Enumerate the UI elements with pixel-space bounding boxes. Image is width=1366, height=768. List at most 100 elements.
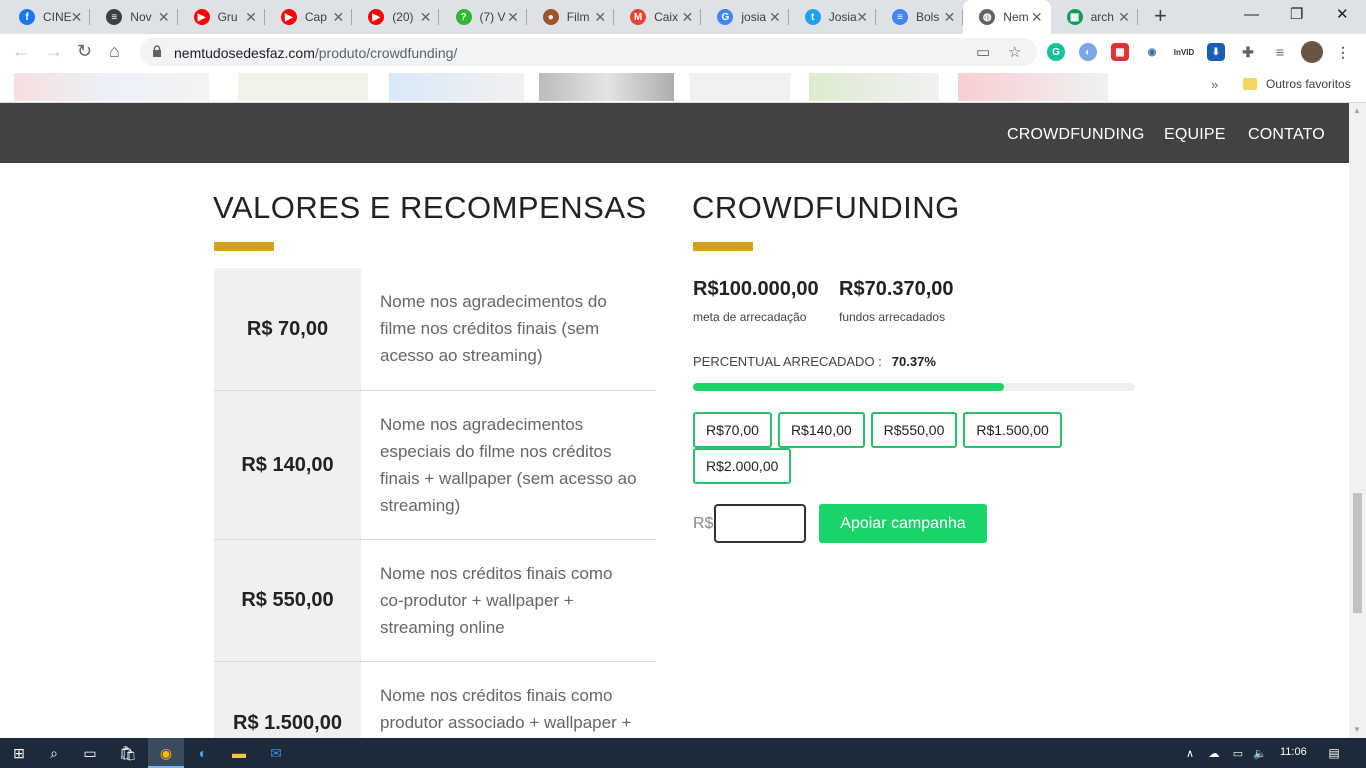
minimize-button[interactable]: — xyxy=(1244,4,1259,26)
browser-tab[interactable]: ≡ Nov ✕ xyxy=(90,0,178,34)
amount-option-button[interactable]: R$140,00 xyxy=(777,412,865,448)
browser-tab[interactable]: Gjosia ✕ xyxy=(701,0,789,34)
windows-taskbar: ⊞ ⌕ ▭ 🛍 ◉ ◐ ▬ ✉ ∧ ☁ ▭ 🔈 11:06 ▤ xyxy=(0,738,1366,768)
close-window-button[interactable]: ✕ xyxy=(1336,4,1349,26)
file-explorer-icon[interactable]: ▬ xyxy=(229,743,249,763)
browser-tab[interactable]: ▶ Gru ✕ xyxy=(178,0,265,34)
other-favorites-label: Outros favoritos xyxy=(1266,77,1351,91)
extensions-puzzle-icon[interactable]: ✚ xyxy=(1239,43,1257,61)
bookmark-item-blurred[interactable] xyxy=(539,73,674,101)
back-arrow-icon[interactable]: ← xyxy=(12,41,30,61)
bookmark-item-blurred[interactable] xyxy=(958,73,1108,101)
task-view-icon[interactable]: ▭ xyxy=(80,743,100,763)
reward-row[interactable]: R$ 1.500,00 Nome nos créditos finais com… xyxy=(214,662,656,738)
browser-tab[interactable]: ▶ (20) ✕ xyxy=(352,0,440,34)
address-bar[interactable]: nemtudosedesfaz.com/produto/crowdfunding… xyxy=(140,38,1037,66)
browser-tab[interactable]: ≡ Bols ✕ xyxy=(876,0,964,34)
nav-link-crowdfunding[interactable]: CROWDFUNDING xyxy=(1007,126,1145,144)
home-icon[interactable]: ⌂ xyxy=(109,41,120,61)
percent-value: 70.37% xyxy=(891,354,936,369)
rewards-table: R$ 70,00 Nome nos agradecimentos do film… xyxy=(214,268,656,738)
tab-close-icon[interactable]: ✕ xyxy=(1031,9,1043,25)
extension-eye-icon[interactable]: ◉ xyxy=(1143,43,1161,61)
tab-close-icon[interactable]: ✕ xyxy=(856,9,868,25)
onedrive-icon[interactable]: ☁ xyxy=(1204,743,1224,763)
tab-close-icon[interactable]: ✕ xyxy=(245,9,257,25)
tab-close-icon[interactable]: ✕ xyxy=(420,9,432,25)
amount-option-button[interactable]: R$2.000,00 xyxy=(693,448,792,484)
scroll-up-arrow-icon[interactable]: ▲ xyxy=(1353,106,1361,115)
tab-close-icon[interactable]: ✕ xyxy=(507,9,519,25)
page-scrollbar[interactable]: ▲ ▼ xyxy=(1349,103,1366,738)
bookmark-item-blurred[interactable] xyxy=(809,73,939,101)
browser-tab[interactable]: f CINE ✕ xyxy=(3,0,91,34)
custom-amount-input[interactable] xyxy=(714,504,806,543)
scrollbar-thumb[interactable] xyxy=(1353,493,1362,613)
gmail-icon: M xyxy=(630,9,647,25)
tab-separator xyxy=(1136,9,1138,25)
profile-avatar[interactable] xyxy=(1301,41,1323,63)
extension-blue-icon[interactable]: ◐ xyxy=(1079,43,1097,61)
reward-description: Nome nos agradecimentos especiais do fil… xyxy=(380,415,637,515)
restore-button[interactable]: ❐ xyxy=(1290,4,1303,26)
amount-option-button[interactable]: R$550,00 xyxy=(870,412,958,448)
browser-tab[interactable]: ▶ Cap ✕ xyxy=(265,0,353,34)
support-campaign-button[interactable]: Apoiar campanha xyxy=(819,504,987,543)
tab-close-icon[interactable]: ✕ xyxy=(158,9,170,25)
bookmark-item-blurred[interactable] xyxy=(389,73,524,101)
volume-icon[interactable]: 🔈 xyxy=(1250,743,1270,763)
other-favorites-folder[interactable]: Outros favoritos xyxy=(1243,77,1351,91)
reward-description: Nome nos créditos finais como co-produto… xyxy=(380,564,613,637)
tab-close-icon[interactable]: ✕ xyxy=(1118,9,1130,25)
extension-red-icon[interactable]: ▦ xyxy=(1111,43,1129,61)
tab-close-icon[interactable]: ✕ xyxy=(332,9,344,25)
reward-row[interactable]: R$ 550,00 Nome nos créditos finais como … xyxy=(214,540,656,662)
install-app-icon[interactable]: ▭ xyxy=(976,43,990,61)
bookmark-star-icon[interactable]: ☆ xyxy=(1008,43,1021,61)
browser-tab[interactable]: t Josia ✕ xyxy=(789,0,876,34)
network-icon[interactable]: ▭ xyxy=(1228,743,1248,763)
bookmark-item-blurred[interactable] xyxy=(238,73,368,101)
bookmark-item-blurred[interactable] xyxy=(14,73,209,101)
reward-row[interactable]: R$ 70,00 Nome nos agradecimentos do film… xyxy=(214,268,656,391)
media-queue-icon[interactable]: ≡ xyxy=(1271,43,1289,61)
tab-title: Nem xyxy=(1003,10,1029,24)
tab-title: (7) V xyxy=(479,10,506,24)
amount-option-button[interactable]: R$1.500,00 xyxy=(963,412,1062,448)
browser-tab[interactable]: ? (7) V ✕ xyxy=(440,0,527,34)
edge-icon[interactable]: ◐ xyxy=(193,743,213,763)
menu-dots-icon[interactable]: ⋮ xyxy=(1334,43,1352,61)
tab-close-icon[interactable]: ✕ xyxy=(944,9,956,25)
show-hidden-icons-chevron-icon[interactable]: ∧ xyxy=(1180,743,1200,763)
new-tab-button[interactable]: + xyxy=(1154,5,1167,27)
youtube-icon: ▶ xyxy=(368,9,385,25)
amount-option-button[interactable]: R$70,00 xyxy=(693,412,772,448)
grammarly-icon[interactable]: G xyxy=(1047,43,1065,61)
forward-arrow-icon[interactable]: → xyxy=(45,41,63,61)
more-bookmarks-icon[interactable]: » xyxy=(1211,77,1218,92)
reward-row[interactable]: R$ 140,00 Nome nos agradecimentos especi… xyxy=(214,391,656,540)
progress-bar-fill xyxy=(693,383,1005,391)
tab-close-icon[interactable]: ✕ xyxy=(769,9,781,25)
bookmark-item-blurred[interactable] xyxy=(690,73,790,101)
scroll-down-arrow-icon[interactable]: ▼ xyxy=(1353,725,1361,734)
invid-icon[interactable]: InVID xyxy=(1174,43,1194,61)
reload-icon[interactable]: ↻ xyxy=(77,41,92,61)
taskbar-clock[interactable]: 11:06 xyxy=(1280,746,1307,758)
tab-close-icon[interactable]: ✕ xyxy=(594,9,606,25)
nav-link-contact[interactable]: CONTATO xyxy=(1248,126,1325,144)
tab-close-icon[interactable]: ✕ xyxy=(682,9,694,25)
windows-start-icon[interactable]: ⊞ xyxy=(9,743,29,763)
tab-close-icon[interactable]: ✕ xyxy=(71,9,83,25)
chrome-icon[interactable]: ◉ xyxy=(156,743,176,763)
mail-icon[interactable]: ✉ xyxy=(266,743,286,763)
browser-tab[interactable]: ▦ arch ✕ xyxy=(1051,0,1138,34)
nav-link-team[interactable]: EQUIPE xyxy=(1164,126,1226,144)
download-icon[interactable]: ⬇ xyxy=(1207,43,1225,61)
browser-tab[interactable]: ◍ Nem ✕ xyxy=(963,0,1051,34)
browser-tab[interactable]: ● Film ✕ xyxy=(527,0,615,34)
notifications-icon[interactable]: ▤ xyxy=(1324,743,1344,763)
store-icon[interactable]: 🛍 xyxy=(118,743,138,763)
search-icon[interactable]: ⌕ xyxy=(44,743,64,763)
browser-tab[interactable]: M Caix ✕ xyxy=(614,0,702,34)
